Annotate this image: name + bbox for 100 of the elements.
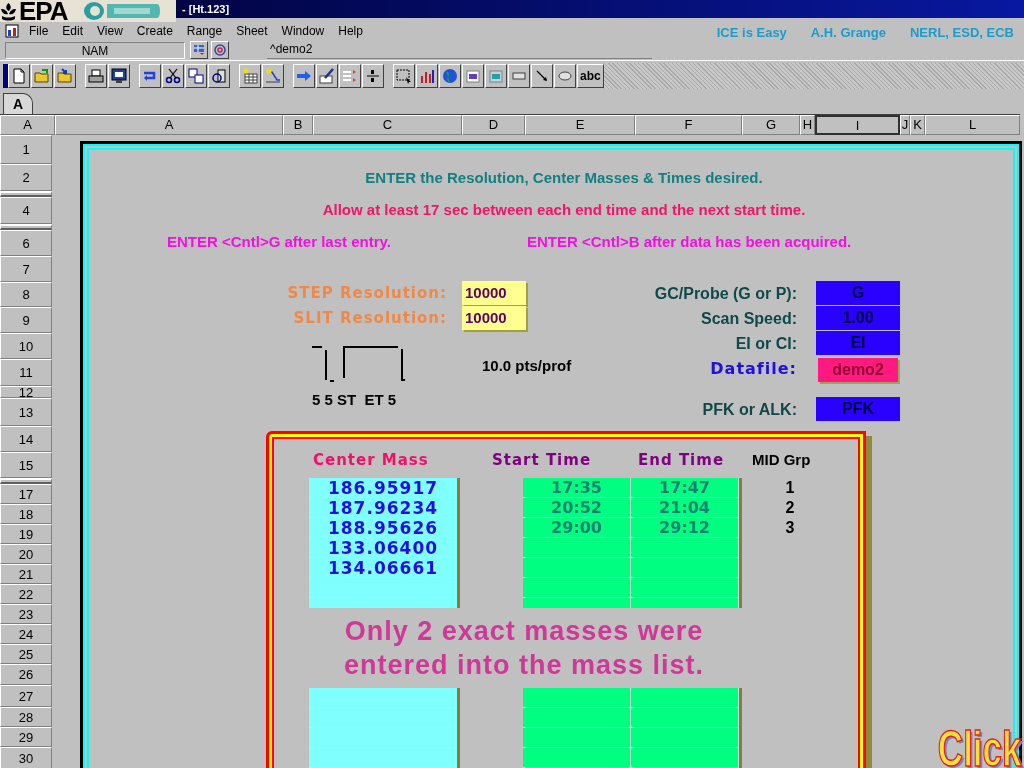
toolbar-button[interactable] [439, 64, 461, 88]
mass-cell[interactable]: 186.95917 [309, 478, 457, 497]
row-header[interactable]: 26 [0, 664, 52, 685]
resolution-field[interactable]: 10000 [462, 306, 526, 330]
column-header[interactable]: G [742, 115, 800, 135]
row-header[interactable]: 27 [0, 685, 52, 707]
mass-cell[interactable]: 187.96234 [309, 498, 457, 517]
toolbar-button[interactable] [54, 64, 76, 88]
toolbar-button[interactable] [339, 64, 361, 88]
mass-cell[interactable]: 133.06400 [309, 538, 457, 557]
row-header[interactable]: 30 [0, 747, 52, 768]
folder-arrow-icon [57, 68, 73, 84]
resolution-field[interactable]: 10000 [462, 281, 526, 305]
toolbar-button[interactable] [462, 64, 484, 88]
row-header[interactable]: 9 [0, 307, 52, 333]
toolbar-button[interactable] [393, 64, 415, 88]
start-time-cell[interactable]: 29:00 [523, 518, 631, 537]
sheet-tab[interactable]: A [3, 93, 33, 114]
toolbar-button[interactable] [262, 64, 284, 88]
toolbar-button[interactable] [108, 64, 130, 88]
column-header[interactable]: E [525, 115, 635, 135]
row-header[interactable]: 22 [0, 584, 52, 604]
app-icon[interactable] [5, 24, 19, 38]
toolbar-button[interactable] [8, 64, 30, 88]
toolbar-button[interactable] [185, 64, 207, 88]
menu-item[interactable]: Create [132, 24, 177, 38]
menu-item[interactable]: File [25, 24, 53, 38]
toolbar-button[interactable] [239, 64, 261, 88]
row-header[interactable]: 18 [0, 504, 52, 524]
name-box[interactable]: NAM [5, 41, 185, 59]
row-header[interactable]: 23 [0, 604, 52, 624]
toolbar-button[interactable] [293, 64, 315, 88]
row-header[interactable]: 2 [0, 164, 52, 191]
toolbar-button[interactable] [531, 64, 553, 88]
menu-item[interactable]: Help [334, 24, 367, 38]
toolbar-button[interactable] [31, 64, 53, 88]
toolbar-button[interactable] [190, 41, 208, 59]
row-header[interactable]: 7 [0, 256, 52, 282]
column-header[interactable]: I [815, 115, 900, 135]
toolbar-button[interactable] [85, 64, 107, 88]
menu-item[interactable]: Edit [58, 24, 88, 38]
row-header[interactable]: 14 [0, 426, 52, 452]
row-header[interactable]: 21 [0, 564, 52, 584]
menu-item[interactable]: Sheet [232, 24, 272, 38]
toolbar-button[interactable] [208, 64, 230, 88]
row-header[interactable]: 4 [0, 197, 52, 224]
row-header[interactable]: 17 [0, 484, 52, 504]
end-time-cell[interactable]: 17:47 [631, 478, 739, 497]
row-header[interactable]: 13 [0, 398, 52, 426]
collapsed-row-header[interactable] [0, 224, 52, 230]
paste-icon [211, 68, 227, 84]
end-time-cell[interactable]: 29:12 [631, 518, 739, 537]
column-header[interactable]: A [55, 115, 283, 135]
column-header[interactable]: J [900, 115, 910, 135]
row-header[interactable]: 20 [0, 544, 52, 564]
toolbar-button[interactable] [554, 64, 576, 88]
column-header[interactable]: A [0, 115, 55, 135]
toolbar-handle[interactable] [3, 64, 8, 88]
field-label: Scan Speed: [699, 309, 797, 329]
column-header[interactable]: C [313, 115, 462, 135]
menu-item[interactable]: Window [277, 24, 329, 38]
start-time-cell[interactable]: 17:35 [523, 478, 631, 497]
toolbar-button[interactable] [211, 41, 229, 59]
row-header[interactable]: 28 [0, 707, 52, 727]
row-header[interactable]: 8 [0, 282, 52, 307]
column-header[interactable]: B [283, 115, 313, 135]
column-header[interactable]: F [635, 115, 742, 135]
row-header[interactable]: 25 [0, 644, 52, 664]
row-header[interactable]: 11 [0, 359, 52, 386]
row-header[interactable]: 1 [0, 135, 52, 164]
column-header[interactable]: D [462, 115, 525, 135]
menu-item[interactable]: Range [182, 24, 227, 38]
column-header[interactable]: H [800, 115, 815, 135]
menu-item[interactable]: View [93, 24, 127, 38]
row-header[interactable]: 19 [0, 524, 52, 544]
selection-icon [396, 68, 412, 84]
toolbar-button[interactable] [508, 64, 530, 88]
collapsed-row-header[interactable] [0, 478, 52, 484]
text-tool-button[interactable]: abc [577, 64, 604, 88]
end-time-cell[interactable]: 21:04 [631, 498, 739, 517]
toolbar-button[interactable] [485, 64, 507, 88]
ellipse-icon [557, 68, 573, 84]
toolbar-button[interactable] [139, 64, 161, 88]
toolbar-button[interactable] [316, 64, 338, 88]
toolbar-button[interactable] [162, 64, 184, 88]
mass-cell[interactable]: 188.95626 [309, 518, 457, 537]
row-header[interactable]: 10 [0, 333, 52, 359]
mass-cell[interactable]: 134.06661 [309, 558, 457, 577]
row-header[interactable]: 29 [0, 727, 52, 747]
row-header[interactable]: 6 [0, 230, 52, 256]
collapsed-row-header[interactable] [0, 191, 52, 197]
column-header[interactable]: K [910, 115, 925, 135]
toolbar-button[interactable] [362, 64, 384, 88]
start-time-cell[interactable]: 20:52 [523, 498, 631, 517]
toolbar-button[interactable] [416, 64, 438, 88]
row-header[interactable]: 24 [0, 624, 52, 644]
formula-field[interactable]: ^demo2 [267, 41, 652, 59]
column-header[interactable]: L [925, 115, 1020, 135]
row-header[interactable]: 12 [0, 386, 52, 398]
row-header[interactable]: 15 [0, 452, 52, 478]
